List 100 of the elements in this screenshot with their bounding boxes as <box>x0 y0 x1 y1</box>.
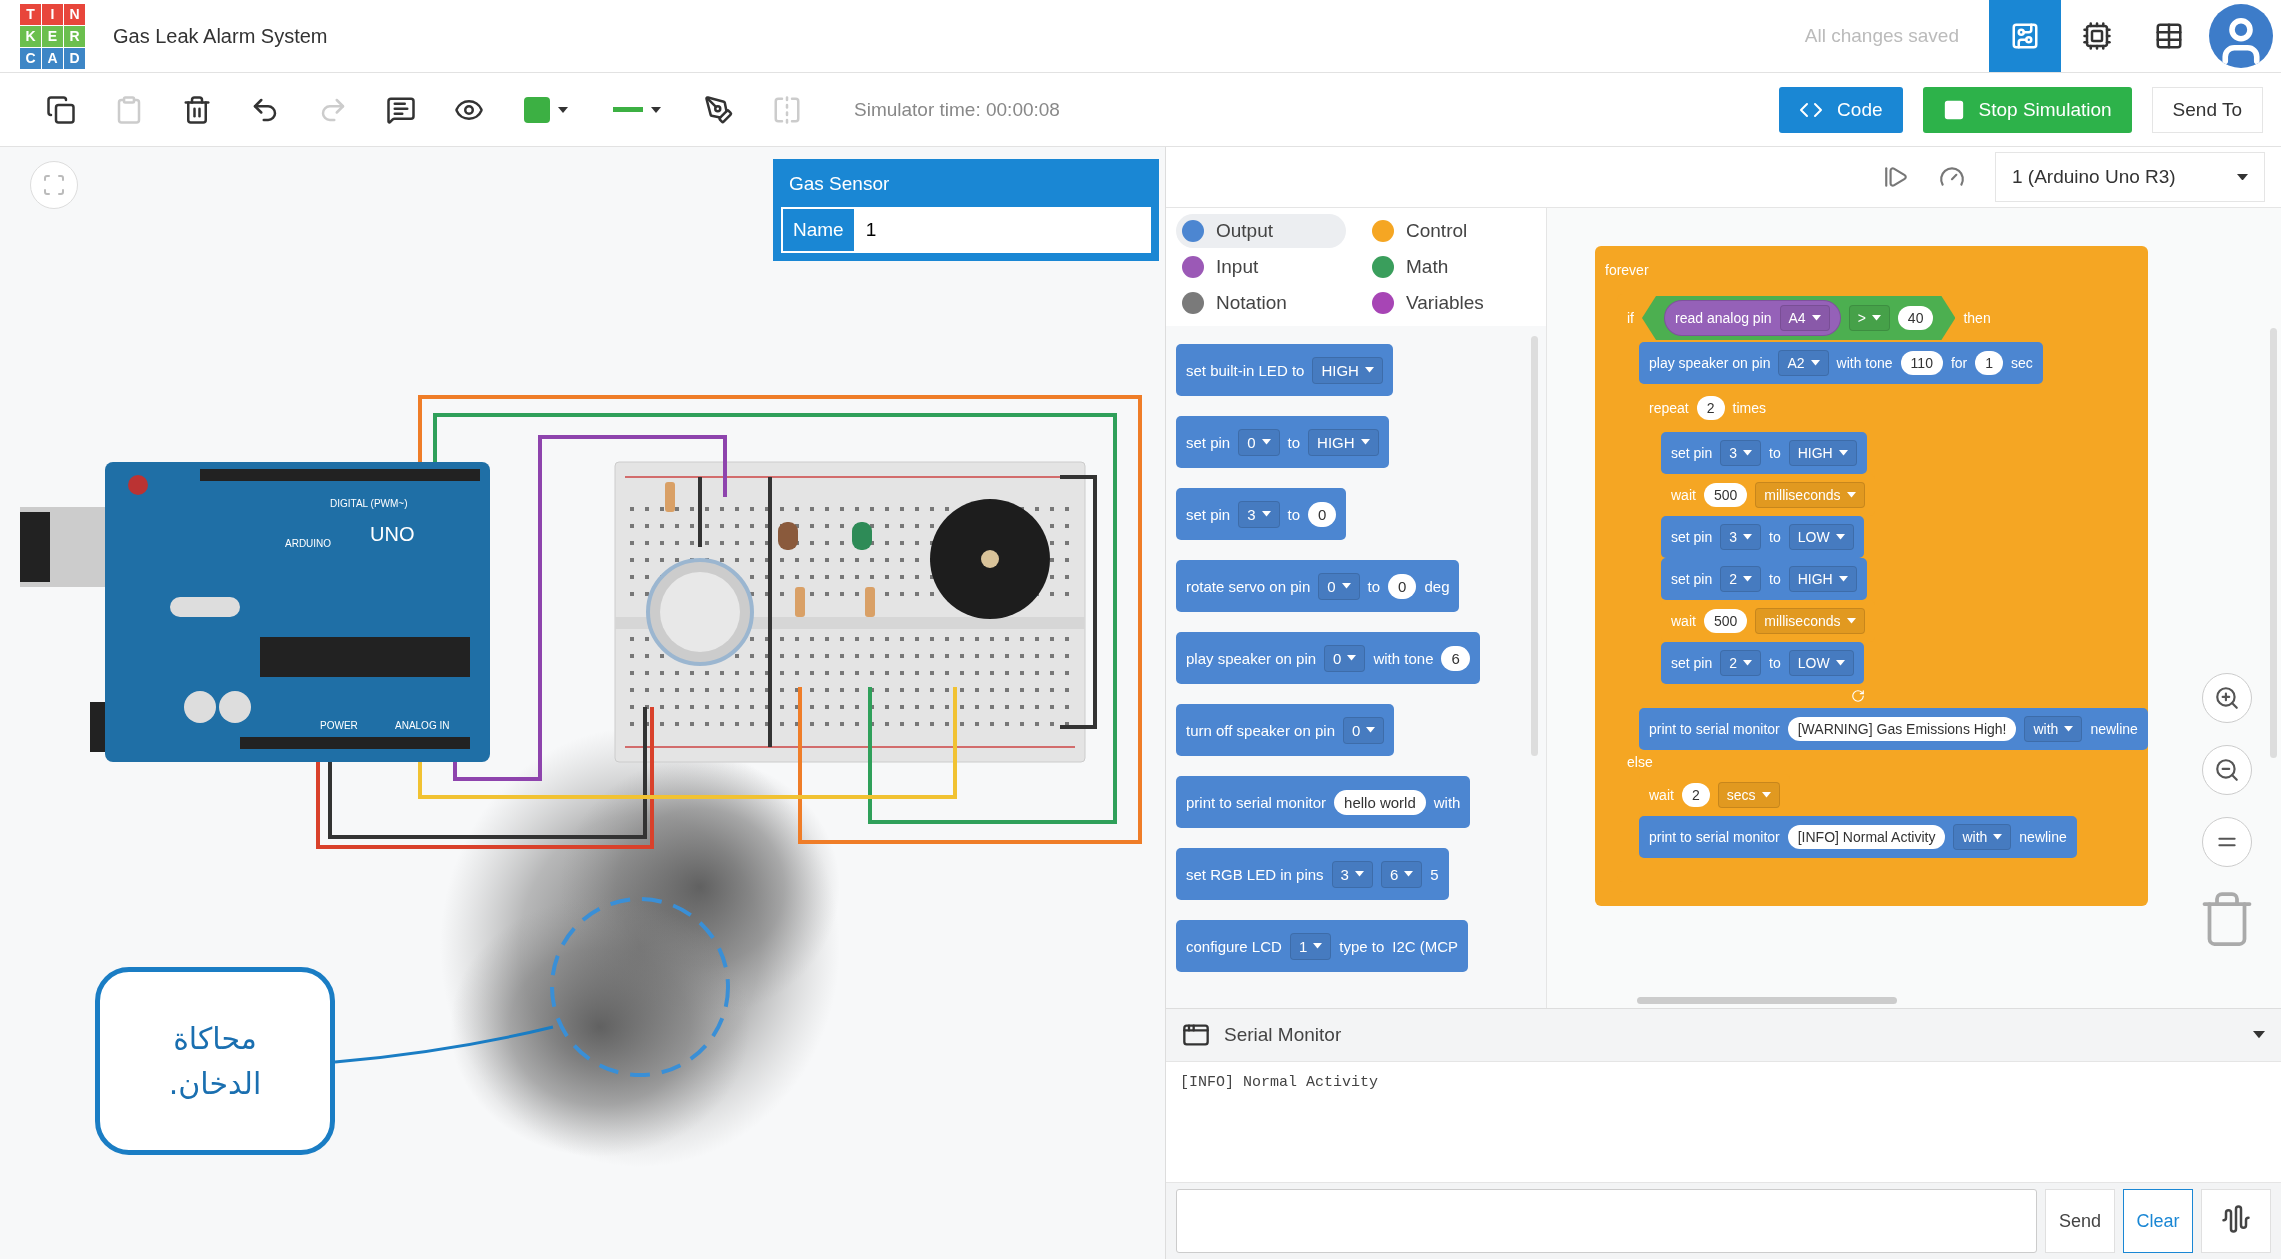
scrollbar[interactable] <box>1637 997 1897 1004</box>
caret-icon <box>1261 511 1271 517</box>
palette-block[interactable]: rotate servo on pin 0 to 0 deg <box>1176 560 1460 612</box>
fit-view-icon <box>42 173 66 197</box>
block-dropdown[interactable]: with <box>1953 824 2012 850</box>
plotter-button[interactable] <box>2201 1189 2271 1253</box>
block-dropdown[interactable]: with <box>2024 716 2083 742</box>
palette-block[interactable]: set built-in LED to HIGH <box>1176 344 1393 396</box>
block-dropdown[interactable]: HIGH <box>1788 440 1857 466</box>
serial-input[interactable] <box>1176 1189 2037 1253</box>
block-dropdown[interactable]: 1 <box>1289 932 1332 960</box>
step-icon[interactable] <box>1883 164 1909 190</box>
condition-block[interactable]: read analog pin A4 > 40 <box>1642 296 1956 340</box>
reset-zoom-button[interactable] <box>2202 817 2252 867</box>
category-item[interactable]: Variables <box>1366 286 1536 320</box>
send-to-button[interactable]: Send To <box>2151 86 2263 133</box>
block-dropdown[interactable]: 3 <box>1331 860 1373 888</box>
palette-block[interactable]: set RGB LED in pins 3 6 5 <box>1176 848 1449 900</box>
palette-block[interactable]: set pin 0 to HIGH <box>1176 416 1389 468</box>
code-block[interactable]: play speaker on pin A2 with tone 110 for 1 sec <box>1639 342 2043 384</box>
block-text: to <box>1287 505 1301 523</box>
scrollbar[interactable] <box>2270 328 2277 758</box>
number-input[interactable]: 500 <box>1703 609 1748 633</box>
block-dropdown[interactable]: > <box>1848 305 1890 331</box>
block-dropdown[interactable]: A2 <box>1778 350 1829 376</box>
category-item[interactable]: Math <box>1366 250 1536 284</box>
name-field[interactable]: 1 <box>853 207 1151 253</box>
block-dropdown[interactable]: 0 <box>1318 572 1360 600</box>
code-block[interactable]: print to serial monitor [WARNING] Gas Emissions High! with newline <box>1639 708 2148 750</box>
caret-icon <box>1366 727 1376 733</box>
code-workspace[interactable] <box>1547 208 2281 1008</box>
sensor-range-circle[interactable] <box>550 897 730 1077</box>
pen-icon <box>704 94 734 125</box>
block-dropdown[interactable]: 2 <box>1720 650 1762 676</box>
serial-monitor-title: Serial Monitor <box>1224 1024 1342 1046</box>
block-dropdown[interactable]: LOW <box>1788 650 1854 676</box>
code-block[interactable]: set pin 2 to HIGH <box>1661 558 1867 600</box>
number-input[interactable]: 2 <box>1696 396 1725 420</box>
number-input[interactable]: 500 <box>1703 483 1748 507</box>
logo-letter: A <box>42 47 63 69</box>
palette-block[interactable]: print to serial monitor hello world with <box>1176 776 1471 828</box>
serial-output: [INFO] Normal Activity <box>1180 1074 1379 1091</box>
caret-icon <box>1354 871 1364 877</box>
text-input[interactable]: [WARNING] Gas Emissions High! <box>1787 717 2017 741</box>
code-block[interactable]: set pin 3 to HIGH <box>1661 432 1867 474</box>
palette-block[interactable]: configure LCD 1 type to I2C (MCP <box>1176 920 1469 972</box>
code-button[interactable]: Code <box>1779 86 1903 133</box>
palette-block[interactable]: play speaker on pin 0 with tone 6 <box>1176 632 1480 684</box>
send-button[interactable]: Send <box>2045 1189 2115 1253</box>
block-text: to <box>1769 655 1781 671</box>
category-item[interactable]: Notation <box>1176 286 1346 320</box>
caret-icon <box>1261 439 1271 445</box>
block-dropdown[interactable]: 6 <box>1380 860 1423 888</box>
board-select[interactable]: 1 (Arduino Uno R3) <box>1995 152 2265 202</box>
block-dropdown[interactable]: 0 <box>1238 428 1280 456</box>
block-dropdown[interactable]: 3 <box>1238 500 1280 528</box>
number-input[interactable]: 40 <box>1897 306 1934 330</box>
number-input[interactable]: 1 <box>1975 351 2004 375</box>
block-dropdown[interactable]: 0 <box>1343 716 1385 744</box>
number-input[interactable]: 110 <box>1900 351 1943 375</box>
chip-icon <box>2082 21 2112 51</box>
code-block[interactable]: print to serial monitor [INFO] Normal Activity with newline <box>1639 816 2077 858</box>
caret-icon <box>1364 367 1374 373</box>
clear-button[interactable]: Clear <box>2123 1189 2193 1253</box>
block-text: deg <box>1424 577 1450 595</box>
block-dropdown[interactable]: 3 <box>1720 524 1762 550</box>
block-dropdown[interactable]: HIGH <box>1312 356 1383 384</box>
block-dropdown[interactable]: 0 <box>1324 644 1366 672</box>
block-dropdown[interactable]: 3 <box>1720 440 1762 466</box>
reporter-block[interactable]: read analog pin A4 <box>1664 300 1841 336</box>
block-dropdown[interactable]: HIGH <box>1788 566 1857 592</box>
category-item[interactable]: Input <box>1176 250 1346 284</box>
block-text: wait <box>1671 613 1696 629</box>
code-block[interactable]: set pin 2 to LOW <box>1661 642 1864 684</box>
block-text: print to serial monitor <box>1649 721 1780 737</box>
number-input[interactable]: 2 <box>1681 783 1710 807</box>
block-dropdown[interactable]: LOW <box>1788 524 1854 550</box>
palette-block[interactable]: set pin 3 to 0 <box>1176 488 1347 540</box>
block-dropdown[interactable]: 2 <box>1720 566 1762 592</box>
caret-icon <box>1835 534 1845 540</box>
block-text: then <box>1963 310 1991 326</box>
caret-icon <box>1993 834 2003 840</box>
logo-letter: R <box>64 25 85 47</box>
zoom-in-button[interactable] <box>2202 673 2252 723</box>
text-input[interactable]: hello world <box>1334 789 1426 815</box>
stop-simulation-button[interactable]: Stop Simulation <box>1922 86 2132 133</box>
zoom-out-button[interactable] <box>2202 745 2252 795</box>
number-input[interactable]: 6 <box>1441 645 1470 671</box>
category-item[interactable]: Output <box>1176 214 1346 248</box>
text-input[interactable]: [INFO] Normal Activity <box>1787 825 1946 849</box>
block-dropdown[interactable]: HIGH <box>1308 428 1379 456</box>
number-input[interactable]: 0 <box>1388 573 1417 599</box>
scrollbar[interactable] <box>1531 336 1538 756</box>
logo-drawing[interactable]: T I N K E R C A D <box>20 3 85 69</box>
project-title[interactable]: Gas Leak Alarm System <box>113 24 328 48</box>
category-item[interactable]: Control <box>1366 214 1536 248</box>
block-dropdown[interactable]: A4 <box>1779 305 1830 331</box>
palette-block[interactable]: turn off speaker on pin 0 <box>1176 704 1395 756</box>
code-block[interactable]: set pin 3 to LOW <box>1661 516 1864 558</box>
number-input[interactable]: 0 <box>1308 501 1337 527</box>
